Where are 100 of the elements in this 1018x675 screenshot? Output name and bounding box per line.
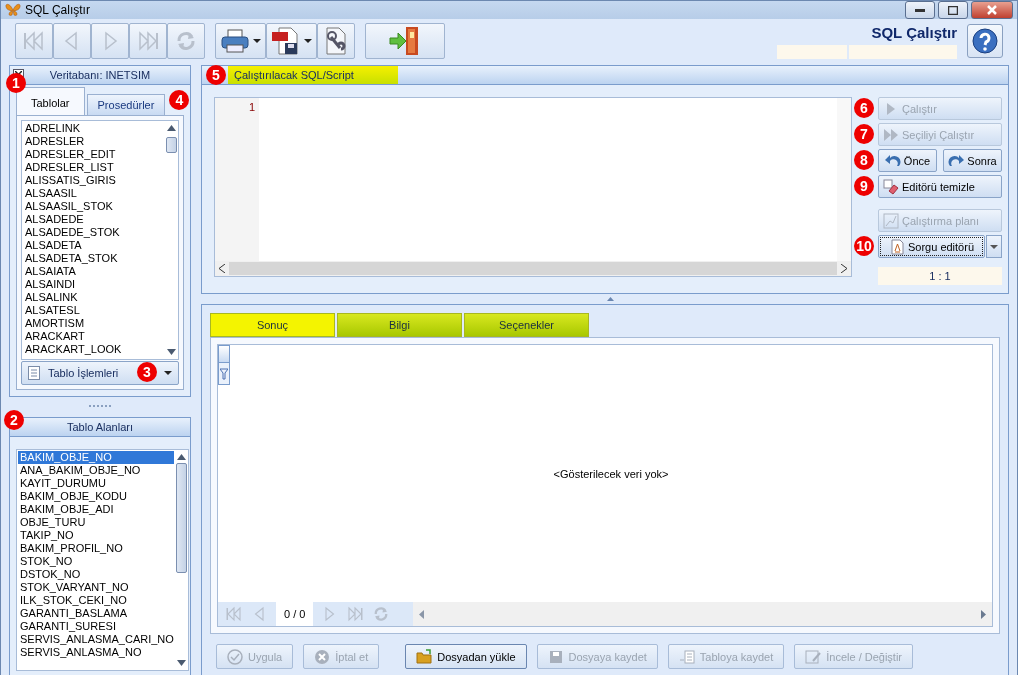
list-item[interactable]: OBJE_TURU bbox=[18, 516, 174, 529]
scroll-thumb[interactable] bbox=[175, 463, 187, 573]
maximize-button[interactable] bbox=[938, 1, 968, 19]
panel-title: Tablo Alanları bbox=[66, 421, 133, 433]
row-indicator-header bbox=[218, 345, 230, 363]
empty-message: <Gösterilecek veri yok> bbox=[553, 467, 669, 480]
caret-icon bbox=[253, 39, 261, 43]
list-item[interactable]: ADRESLER_EDIT bbox=[23, 148, 164, 161]
tab[interactable]: Seçenekler bbox=[464, 313, 589, 337]
action-button[interactable]: Dosyadan yükle bbox=[405, 644, 527, 669]
list-item[interactable]: SERVIS_ANLASMA_CARI_NO bbox=[18, 633, 174, 646]
number-badge: 5 bbox=[206, 65, 226, 85]
list-item[interactable]: ALSATESL bbox=[23, 304, 164, 317]
panel-title: Çalıştırılacak SQL/Script bbox=[228, 66, 398, 84]
panel-title: Veritabanı: INETSIM bbox=[49, 69, 151, 81]
list-item[interactable]: BAKIM_OBJE_KODU bbox=[18, 490, 174, 503]
list-item[interactable]: ADRESLER_LIST bbox=[23, 161, 164, 174]
number-badge: 1 bbox=[6, 73, 26, 93]
list-item[interactable]: BAKIM_PROFIL_NO bbox=[18, 542, 174, 555]
list-item[interactable]: ADRESLER bbox=[23, 135, 164, 148]
list-item[interactable]: ALSADETA bbox=[23, 239, 164, 252]
list-item[interactable]: STOK_NO bbox=[18, 555, 174, 568]
sql-editor[interactable]: 1 bbox=[214, 97, 852, 277]
list-item[interactable]: TAKIP_NO bbox=[18, 529, 174, 542]
list-item[interactable]: ALSAINDI bbox=[23, 278, 164, 291]
list-item[interactable]: ADRELINK bbox=[23, 122, 164, 135]
list-item[interactable]: BAKIM_OBJE_NO bbox=[18, 451, 174, 464]
list-item[interactable]: ALISSATIS_GIRIS bbox=[23, 174, 164, 187]
tab[interactable]: Tablolar bbox=[16, 87, 85, 115]
pdf-save-icon bbox=[271, 27, 301, 55]
close-icon bbox=[987, 5, 997, 15]
scroll-down-icon[interactable] bbox=[167, 349, 176, 355]
exit-button[interactable] bbox=[365, 23, 445, 59]
export-button[interactable] bbox=[266, 23, 317, 59]
horizontal-scrollbar[interactable] bbox=[215, 261, 851, 276]
minimize-icon bbox=[915, 8, 925, 12]
page-title: SQL Çalıştır bbox=[871, 23, 957, 41]
scroll-down-icon[interactable] bbox=[176, 660, 186, 666]
list-item[interactable]: ALSAASIL_STOK bbox=[23, 200, 164, 213]
list-item[interactable]: STOK_VARYANT_NO bbox=[18, 581, 174, 594]
table-arrow-icon bbox=[678, 648, 695, 665]
caret-icon bbox=[164, 371, 172, 375]
list-item[interactable]: ALSAIATA bbox=[23, 265, 164, 278]
settings-button[interactable] bbox=[317, 23, 355, 59]
list-item[interactable]: ANA_BAKIM_OBJE_NO bbox=[18, 464, 174, 477]
cursor-position: 1 : 1 bbox=[878, 267, 1002, 285]
check-circle-icon bbox=[227, 648, 243, 665]
scroll-left-icon[interactable] bbox=[219, 264, 225, 273]
filter-icon bbox=[220, 367, 228, 380]
list-item[interactable]: ALSALINK bbox=[23, 291, 164, 304]
wrench-document-icon bbox=[323, 27, 349, 55]
redo-icon bbox=[948, 152, 965, 169]
document-icon bbox=[888, 238, 905, 255]
action-button[interactable]: Editörü temizle bbox=[878, 175, 1002, 198]
vertical-scrollbar[interactable] bbox=[837, 98, 851, 261]
undo-button[interactable]: Önce bbox=[878, 149, 937, 172]
list-item[interactable]: GARANTI_BASLAMA bbox=[18, 607, 174, 620]
list-item[interactable]: SERVIS_ANLASMA_NO bbox=[18, 646, 174, 659]
list-item[interactable]: KAYIT_DURUMU bbox=[18, 477, 174, 490]
filter-button[interactable] bbox=[218, 363, 230, 385]
list-item[interactable]: ALSADEDE bbox=[23, 213, 164, 226]
list-item[interactable]: ALSADEDE_STOK bbox=[23, 226, 164, 239]
save-icon bbox=[547, 648, 564, 665]
list-item[interactable]: ARACKART_LOOK bbox=[23, 343, 164, 356]
scroll-right-icon[interactable] bbox=[841, 264, 847, 273]
list-item[interactable]: ALSAASIL bbox=[23, 187, 164, 200]
list-item[interactable]: BAKIM_OBJE_ADI bbox=[18, 503, 174, 516]
redo-button[interactable]: Sonra bbox=[943, 149, 1002, 172]
scroll-thumb[interactable] bbox=[166, 137, 177, 153]
list-item[interactable]: DSTOK_NO bbox=[18, 568, 174, 581]
list-item[interactable]: GARANTI_SURESI bbox=[18, 620, 174, 633]
eraser-icon bbox=[883, 178, 899, 195]
last-icon bbox=[346, 605, 365, 623]
list-item[interactable]: ARACKART bbox=[23, 330, 164, 343]
print-button[interactable] bbox=[215, 23, 266, 59]
folder-icon bbox=[416, 648, 433, 665]
edit-form-icon bbox=[805, 648, 822, 665]
scroll-right-icon[interactable] bbox=[981, 609, 986, 619]
page-counter: 0 / 0 bbox=[276, 602, 314, 626]
query-editor-button[interactable]: Sorgu editörü bbox=[878, 235, 985, 258]
number-badge: 7 bbox=[854, 124, 874, 144]
scroll-up-icon[interactable] bbox=[167, 125, 176, 131]
dropdown-button[interactable] bbox=[986, 235, 1002, 258]
help-button[interactable] bbox=[967, 23, 1003, 58]
window-title: SQL Çalıştır bbox=[25, 3, 91, 17]
list-item[interactable]: ALSADETA_STOK bbox=[23, 252, 164, 265]
minimize-button[interactable] bbox=[905, 1, 935, 19]
number-badge: 10 bbox=[854, 236, 874, 256]
tab[interactable]: Prosedürler bbox=[86, 94, 166, 115]
printer-icon bbox=[220, 28, 250, 54]
butterfly-icon bbox=[5, 3, 21, 17]
splitter-arrow-icon[interactable] bbox=[607, 297, 614, 301]
last-icon bbox=[136, 29, 160, 53]
tab[interactable]: Bilgi bbox=[337, 313, 462, 337]
list-item[interactable]: ILK_STOK_CEKI_NO bbox=[18, 594, 174, 607]
scroll-up-icon[interactable] bbox=[176, 454, 186, 460]
scroll-thumb[interactable] bbox=[229, 262, 837, 275]
tab[interactable]: Sonuç bbox=[210, 313, 335, 337]
list-item[interactable]: AMORTISM bbox=[23, 317, 164, 330]
line-number: 1 bbox=[247, 101, 255, 113]
